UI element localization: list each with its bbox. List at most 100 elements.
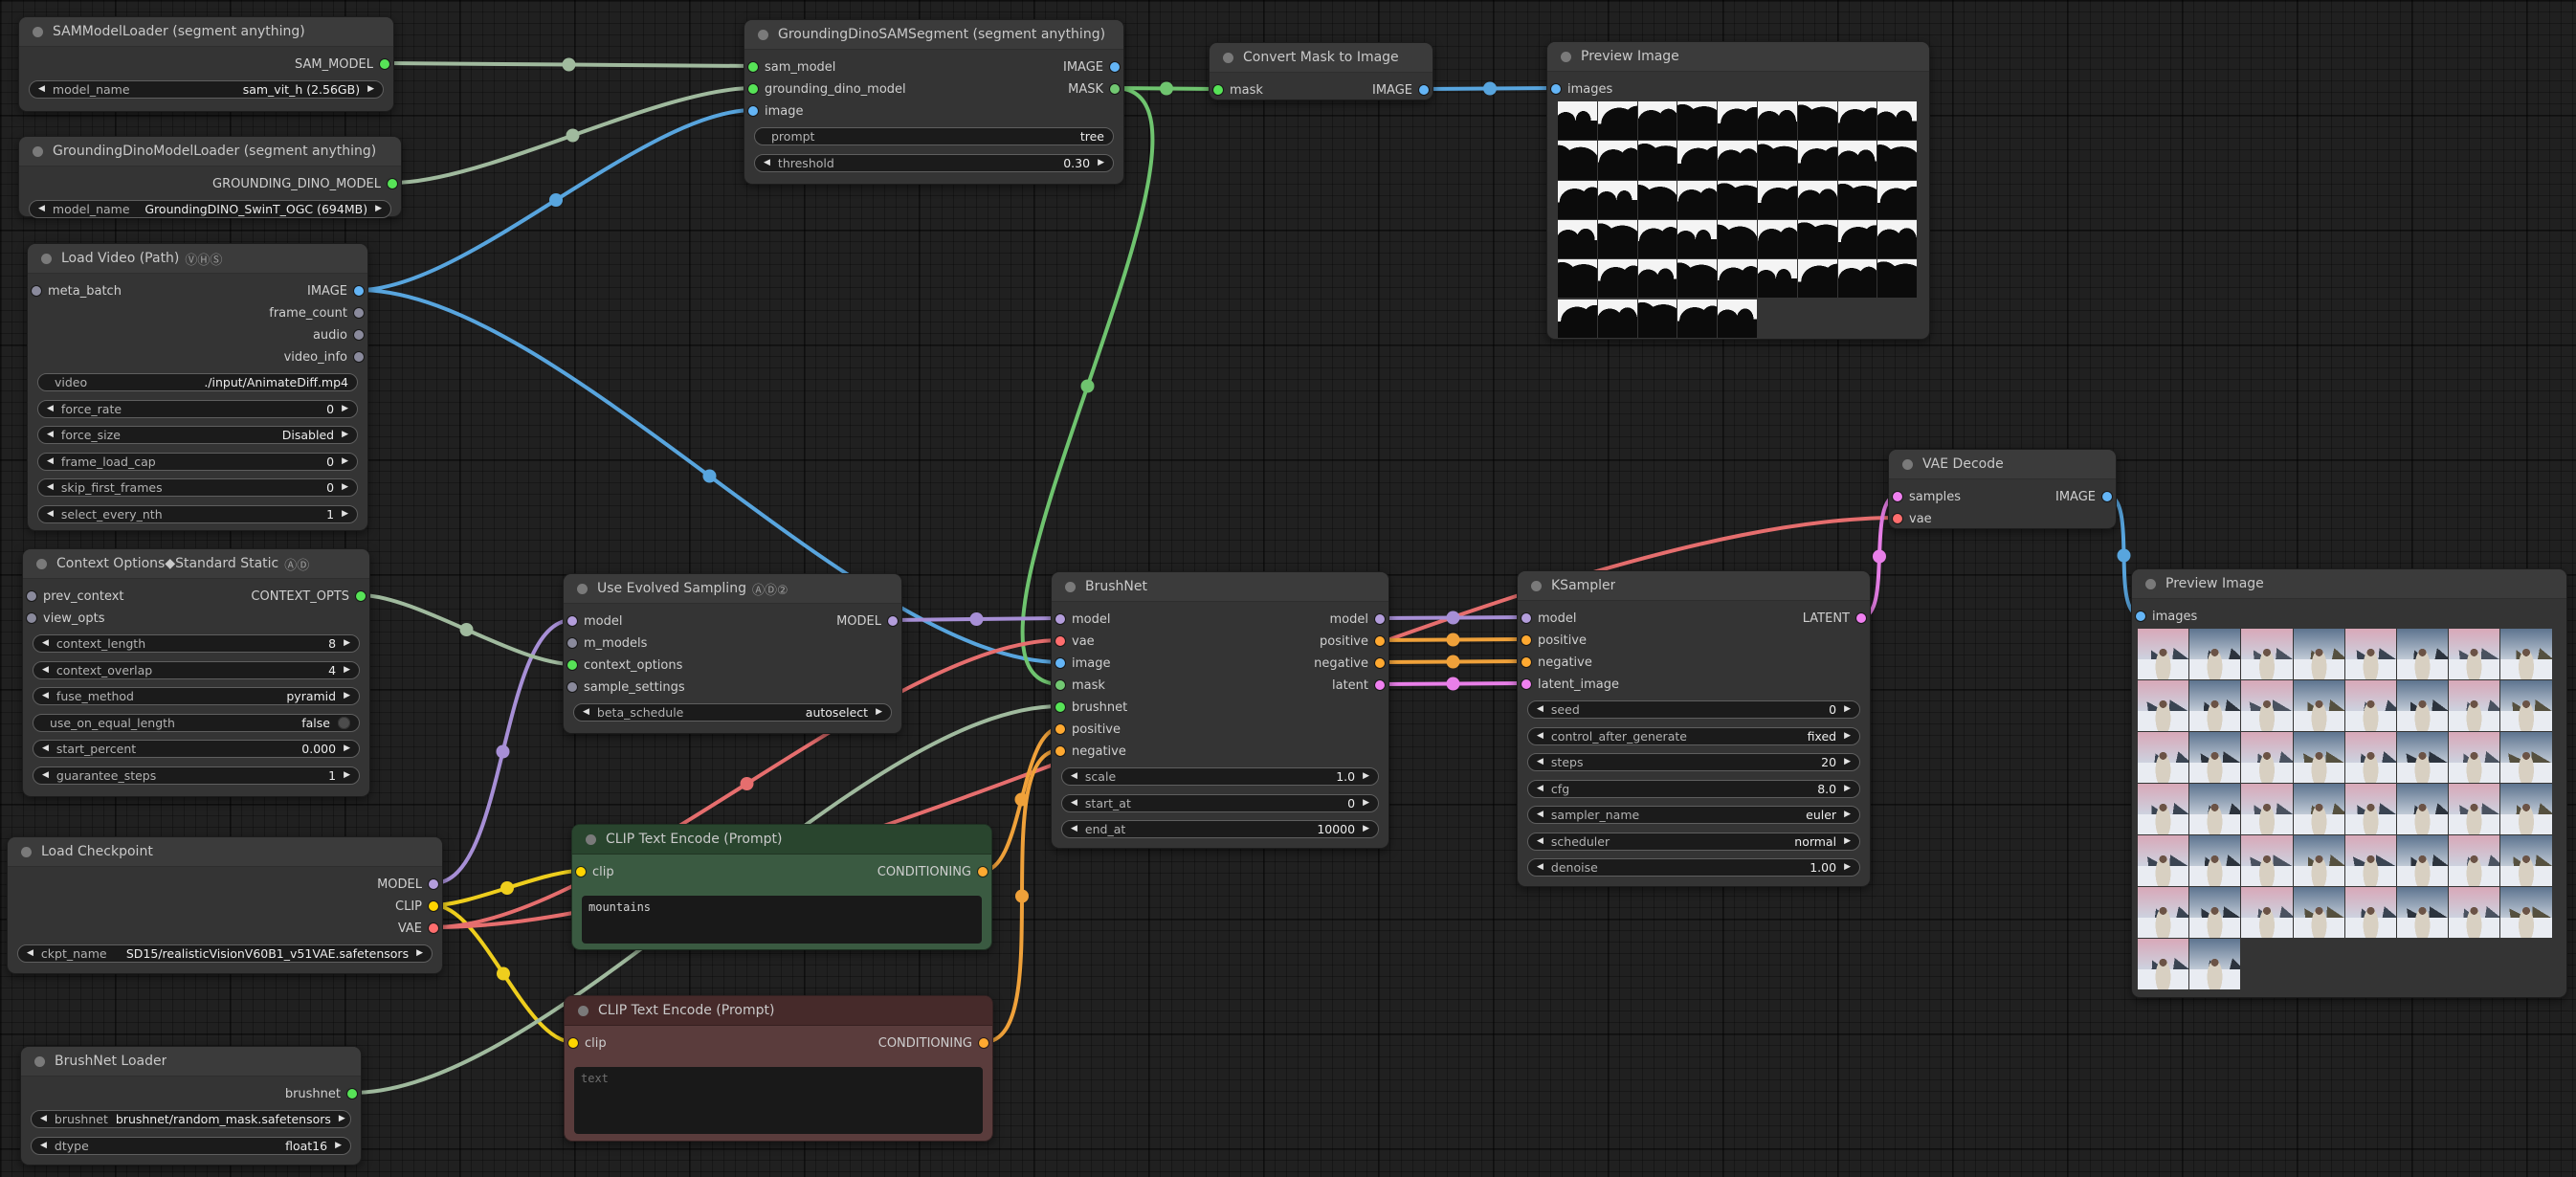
link-midpoint-dot[interactable]	[1483, 82, 1497, 96]
collapse-dot-icon[interactable]	[1902, 459, 1913, 470]
output-slot-audio[interactable]	[354, 330, 364, 340]
output-slot-CLIP[interactable]	[429, 901, 438, 911]
prompt-textarea[interactable]: mountains	[582, 896, 982, 944]
input-slot-vae[interactable]	[1055, 636, 1065, 646]
output-slot-SAM_MODEL[interactable]	[380, 59, 389, 69]
node-titlebar[interactable]: Preview Image	[2132, 569, 2566, 599]
collapse-dot-icon[interactable]	[36, 559, 47, 569]
widget-decrement-arrow-icon[interactable]: ◀	[38, 85, 45, 94]
node-previewright[interactable]: Preview Imageimages	[2131, 568, 2567, 998]
collapse-dot-icon[interactable]	[1561, 52, 1571, 62]
link-midpoint-dot[interactable]	[1447, 633, 1460, 647]
widget-fuse_method[interactable]: ◀fuse_methodpyramid▶	[33, 687, 360, 705]
widget-decrement-arrow-icon[interactable]: ◀	[47, 483, 54, 492]
link-midpoint-dot[interactable]	[970, 612, 984, 626]
input-slot-negative[interactable]	[1521, 657, 1531, 667]
node-titlebar[interactable]: Context Options◆Standard StaticⒶⒹ	[23, 549, 369, 579]
widget-denoise[interactable]: ◀denoise1.00▶	[1527, 858, 1860, 877]
node-titlebar[interactable]: CLIP Text Encode (Prompt)	[572, 825, 991, 855]
output-slot-IMAGE[interactable]	[2102, 492, 2112, 501]
widget-increment-arrow-icon[interactable]: ▶	[1363, 825, 1369, 833]
widget-increment-arrow-icon[interactable]: ▶	[367, 85, 374, 94]
input-slot-mask[interactable]	[1213, 85, 1223, 95]
input-slot-grounding_dino_model[interactable]	[748, 84, 758, 94]
widget-frame_load_cap[interactable]: ◀frame_load_cap0▶	[37, 453, 358, 471]
output-slot-model[interactable]	[1375, 614, 1385, 624]
output-slot-CONDITIONING[interactable]	[979, 1038, 988, 1048]
link-midpoint-dot[interactable]	[497, 745, 510, 759]
node-brushloader[interactable]: BrushNet Loaderbrushnet◀brushnetbrushnet…	[20, 1046, 362, 1166]
widget-increment-arrow-icon[interactable]: ▶	[344, 771, 350, 780]
output-slot-GROUNDING_DINO_MODEL[interactable]	[388, 179, 397, 189]
collapse-dot-icon[interactable]	[578, 1006, 588, 1016]
prompt-textarea[interactable]: text	[574, 1067, 983, 1134]
widget-increment-arrow-icon[interactable]: ▶	[1844, 863, 1851, 872]
link-midpoint-dot[interactable]	[741, 777, 754, 790]
widget-increment-arrow-icon[interactable]: ▶	[342, 510, 348, 519]
collapse-dot-icon[interactable]	[1223, 53, 1233, 63]
node-titlebar[interactable]: Preview Image	[1547, 42, 1929, 72]
widget-decrement-arrow-icon[interactable]: ◀	[1537, 758, 1543, 766]
widget-increment-arrow-icon[interactable]: ▶	[1844, 705, 1851, 714]
widget-decrement-arrow-icon[interactable]: ◀	[38, 205, 45, 213]
node-titlebar[interactable]: BrushNet Loader	[21, 1047, 361, 1077]
input-slot-images[interactable]	[1551, 84, 1561, 94]
widget-decrement-arrow-icon[interactable]: ◀	[42, 744, 49, 753]
widget-decrement-arrow-icon[interactable]: ◀	[47, 405, 54, 413]
widget-scale[interactable]: ◀scale1.0▶	[1061, 767, 1379, 786]
link-midpoint-dot[interactable]	[563, 58, 576, 72]
widget-increment-arrow-icon[interactable]: ▶	[1844, 785, 1851, 793]
node-checkpoint[interactable]: Load CheckpointMODELCLIPVAE◀ckpt_nameSD1…	[7, 836, 443, 974]
widget-decrement-arrow-icon[interactable]: ◀	[42, 771, 49, 780]
node-titlebar[interactable]: Convert Mask to Image	[1210, 43, 1432, 73]
widget-increment-arrow-icon[interactable]: ▶	[1844, 758, 1851, 766]
node-convertmask[interactable]: Convert Mask to ImagemaskIMAGE	[1209, 42, 1433, 100]
widget-increment-arrow-icon[interactable]: ▶	[342, 431, 348, 439]
input-slot-model[interactable]	[1055, 614, 1065, 624]
input-slot-images[interactable]	[2136, 611, 2145, 621]
output-slot-MODEL[interactable]	[429, 879, 438, 889]
input-slot-model[interactable]	[567, 616, 577, 626]
output-slot-IMAGE[interactable]	[1419, 85, 1429, 95]
input-slot-mask[interactable]	[1055, 680, 1065, 690]
widget-decrement-arrow-icon[interactable]: ◀	[42, 639, 49, 648]
input-slot-vae[interactable]	[1893, 514, 1902, 523]
widget-decrement-arrow-icon[interactable]: ◀	[40, 1115, 47, 1123]
widget-increment-arrow-icon[interactable]: ▶	[1844, 811, 1851, 819]
widget-threshold[interactable]: ◀threshold0.30▶	[754, 154, 1114, 172]
input-slot-image[interactable]	[748, 106, 758, 116]
link-midpoint-dot[interactable]	[460, 623, 474, 636]
graph-canvas[interactable]: SAMModelLoader (segment anything)SAM_MOD…	[0, 0, 2576, 1177]
widget-beta_schedule[interactable]: ◀beta_scheduleautoselect▶	[573, 703, 892, 722]
widget-context_length[interactable]: ◀context_length8▶	[33, 634, 360, 653]
widget-increment-arrow-icon[interactable]: ▶	[342, 457, 348, 466]
widget-scheduler[interactable]: ◀schedulernormal▶	[1527, 833, 1860, 851]
output-slot-frame_count[interactable]	[354, 308, 364, 318]
input-slot-image[interactable]	[1055, 658, 1065, 668]
widget-increment-arrow-icon[interactable]: ▶	[1098, 159, 1104, 167]
output-slot-video_info[interactable]	[354, 352, 364, 362]
node-titlebar[interactable]: GroundingDinoModelLoader (segment anythi…	[19, 137, 401, 167]
widget-skip_first_frames[interactable]: ◀skip_first_frames0▶	[37, 478, 358, 497]
input-slot-clip[interactable]	[568, 1038, 578, 1048]
widget-decrement-arrow-icon[interactable]: ◀	[1537, 811, 1543, 819]
node-loadvideo[interactable]: Load Video (Path)ⓋⒽⓈmeta_batchIMAGEframe…	[27, 243, 368, 531]
widget-increment-arrow-icon[interactable]: ▶	[344, 639, 350, 648]
widget-decrement-arrow-icon[interactable]: ◀	[1071, 799, 1077, 808]
widget-start_at[interactable]: ◀start_at0▶	[1061, 794, 1379, 812]
widget-decrement-arrow-icon[interactable]: ◀	[583, 708, 589, 717]
link-midpoint-dot[interactable]	[703, 470, 717, 483]
link-midpoint-dot[interactable]	[2118, 549, 2131, 563]
widget-increment-arrow-icon[interactable]: ▶	[1844, 837, 1851, 846]
node-titlebar[interactable]: Use Evolved SamplingⒶⒹ②	[564, 574, 901, 604]
output-slot-CONTEXT_OPTS[interactable]	[356, 591, 366, 601]
node-titlebar[interactable]: KSampler	[1518, 571, 1870, 601]
widget-increment-arrow-icon[interactable]: ▶	[375, 205, 382, 213]
widget-decrement-arrow-icon[interactable]: ◀	[1071, 825, 1077, 833]
output-slot-latent[interactable]	[1375, 680, 1385, 690]
widget-increment-arrow-icon[interactable]: ▶	[339, 1115, 345, 1123]
widget-select_every_nth[interactable]: ◀select_every_nth1▶	[37, 505, 358, 523]
widget-decrement-arrow-icon[interactable]: ◀	[1537, 705, 1543, 714]
link-midpoint-dot[interactable]	[549, 193, 563, 207]
node-titlebar[interactable]: SAMModelLoader (segment anything)	[19, 17, 393, 47]
